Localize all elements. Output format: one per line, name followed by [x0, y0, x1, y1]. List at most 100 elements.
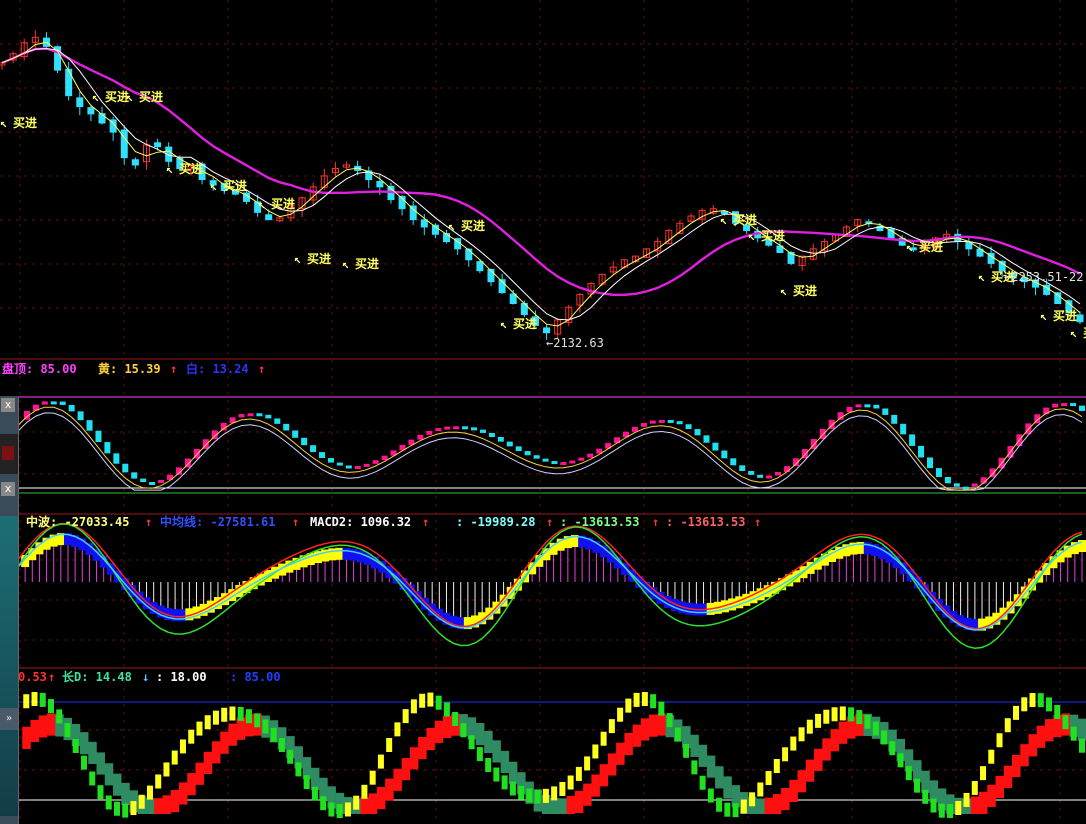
- ma-short-line: [1, 41, 1081, 327]
- side-widget[interactable]: x x »: [0, 396, 19, 824]
- osc-step-block: [685, 424, 692, 430]
- kd-k-block: [641, 692, 648, 706]
- buy-arrow-icon: ↖: [500, 317, 507, 331]
- kd-band-block: [772, 794, 782, 814]
- kd-k-block: [1004, 718, 1011, 733]
- candle: [131, 159, 139, 166]
- kd-k-block: [724, 802, 731, 817]
- kd-k-block: [146, 785, 153, 800]
- osc-step-block: [1061, 403, 1068, 407]
- osc-step-block: [95, 430, 102, 443]
- kd-label-d: : 85.00: [230, 670, 281, 684]
- kd-k-block: [575, 766, 582, 781]
- kd-k-block: [996, 733, 1003, 748]
- kd-k-block: [889, 741, 896, 756]
- osc-step-block: [444, 426, 451, 430]
- osc-step-block: [783, 466, 790, 472]
- kd-label-a: 0.53: [18, 670, 47, 684]
- kd-k-block: [64, 723, 71, 738]
- kd-k-block: [551, 786, 558, 801]
- macd-ribbon-block: [335, 547, 344, 560]
- kd-k-block: [1021, 697, 1028, 712]
- kd-band-block: [112, 773, 122, 796]
- kd-band-block: [574, 790, 584, 814]
- kd-band-block: [236, 717, 246, 740]
- buy-arrow-icon: ↖: [342, 257, 349, 271]
- osc-step-block: [542, 458, 549, 462]
- kd-band-block: [310, 767, 320, 790]
- oscillator-panel[interactable]: [17, 396, 1086, 494]
- kd-k-block: [254, 713, 261, 728]
- osc-step-block: [131, 472, 138, 479]
- kd-k-block: [485, 758, 492, 773]
- osc-step-block: [354, 466, 361, 470]
- kd-k-block: [311, 786, 318, 801]
- candle: [1054, 292, 1062, 305]
- kd-band-block: [203, 751, 213, 774]
- osc-step-block: [971, 483, 978, 487]
- buy-signal-label: 买进: [223, 178, 247, 193]
- osc-step-block: [122, 463, 129, 473]
- kd-k-block: [658, 701, 665, 716]
- kd-k-block: [171, 750, 178, 765]
- kd-k-block: [105, 795, 112, 810]
- buy-signal-label: 买进: [355, 256, 379, 271]
- kd-k-block: [56, 709, 63, 724]
- close-icon[interactable]: x: [1, 398, 15, 412]
- kd-k-block: [782, 747, 789, 762]
- osc-step-block: [855, 404, 862, 408]
- osc-step-block: [59, 401, 66, 405]
- kd-k-block: [963, 792, 970, 807]
- kd-band-block: [220, 731, 229, 754]
- kd-band-block: [418, 736, 427, 760]
- osc-step-block: [453, 426, 460, 430]
- kd-k-block: [526, 788, 533, 803]
- buy-arrow-icon: ↖: [780, 284, 787, 298]
- kd-k-block: [823, 709, 830, 724]
- kd-panel[interactable]: [18, 692, 1086, 818]
- kd-k-block: [806, 719, 813, 734]
- osc-step-block: [882, 408, 889, 415]
- osc-step-block: [310, 445, 317, 453]
- osc-step-block: [730, 458, 737, 466]
- kd-k-block: [864, 714, 871, 729]
- avatar: [0, 434, 18, 474]
- kd-band-block: [475, 722, 485, 746]
- osc-step-block: [149, 482, 156, 486]
- price-panel[interactable]: ↖ 买进 ↖ 买进 ↖ 买进 ↖ 买进 ↖ 买进 ↖ 买进 ↖ 买进 ↖ 买进 ↖ 买进 ↖ 买进 ↖ 买进 ↖ 买进 ↖ 买进 ↖…: [0, 30, 1086, 340]
- close-icon-2[interactable]: x: [1, 482, 15, 496]
- kd-k-block: [303, 775, 310, 790]
- kd-k-block: [773, 759, 780, 774]
- osc-step-block: [703, 435, 710, 443]
- osc-step-block: [471, 427, 477, 431]
- kd-k-block: [707, 788, 714, 803]
- osc-step-block: [426, 430, 433, 435]
- kd-k-block: [468, 735, 475, 750]
- kd-band-block: [566, 795, 576, 814]
- macd-panel[interactable]: [17, 522, 1086, 649]
- kd-band-block: [723, 776, 732, 799]
- kd-k-block: [881, 730, 888, 745]
- kd-k-block: [179, 739, 186, 754]
- kd-k-block: [443, 702, 450, 717]
- kd-k-block: [80, 755, 87, 770]
- kd-band-block: [46, 713, 56, 736]
- low-price-label: ←2132.63: [546, 336, 604, 350]
- kd-k-block: [930, 798, 937, 813]
- buy-arrow-icon: ↖: [166, 162, 173, 176]
- kd-k-block: [435, 695, 442, 710]
- chart-canvas: ↖ 买进 ↖ 买进 ↖ 买进 ↖ 买进 ↖ 买进 ↖ 买进 ↖ 买进 ↖ 买进 ↖ 买进 ↖ 买进 ↖ 买进 ↖ 买进 ↖ 买进 ↖…: [0, 0, 1086, 824]
- kd-band-block: [162, 795, 171, 814]
- osc-step-block: [1079, 405, 1085, 411]
- osc-step-block: [631, 426, 638, 432]
- osc-step-block: [712, 442, 719, 451]
- ma-long-line: [1, 47, 1081, 296]
- kd-k-block: [542, 788, 549, 803]
- kd-arrow-1: ↑: [48, 670, 55, 684]
- osc-step-block: [676, 421, 683, 425]
- kd-k-block: [245, 709, 252, 724]
- kd-k-block: [295, 762, 302, 777]
- buy-arrow-icon: ↖: [210, 179, 217, 193]
- scroll-arrow-icon[interactable]: »: [0, 708, 18, 730]
- macd-arrow-5: ↑: [652, 515, 659, 529]
